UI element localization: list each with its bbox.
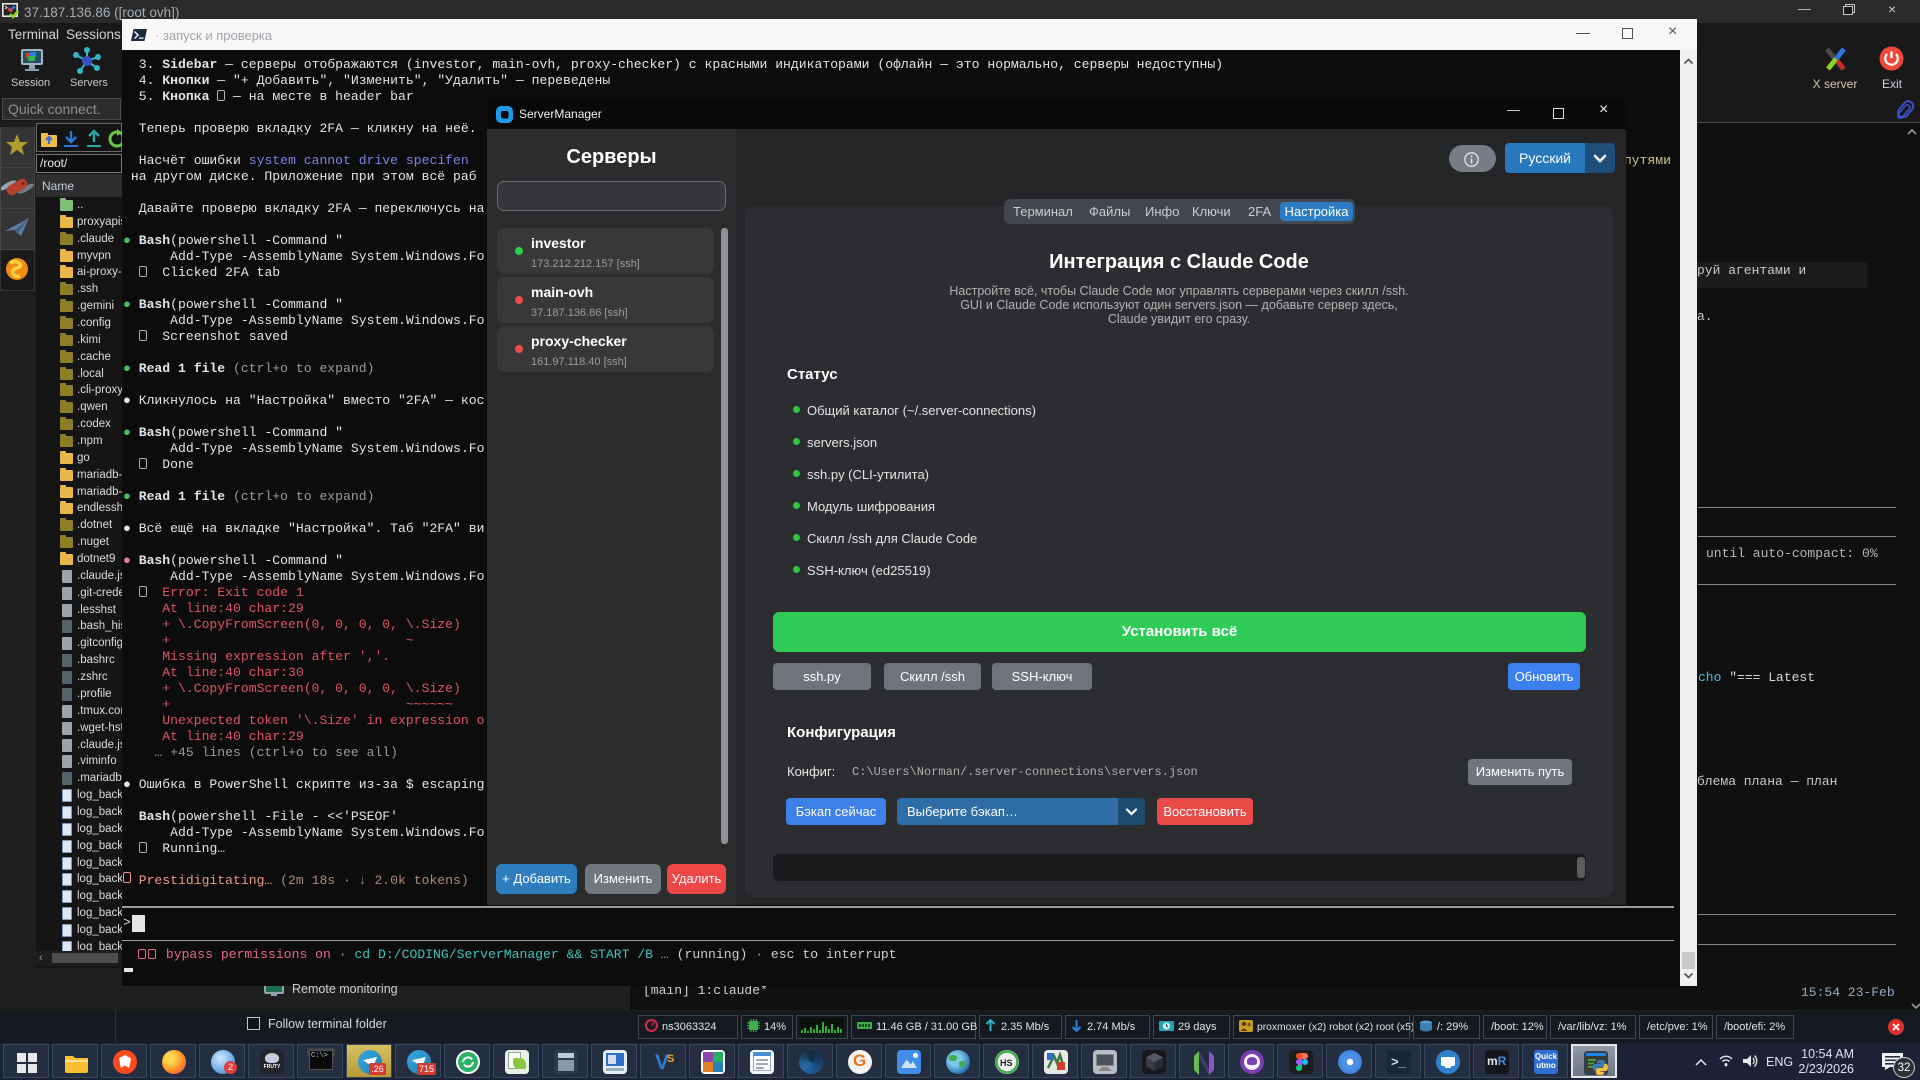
svg-text:HS: HS [1000, 1058, 1013, 1068]
